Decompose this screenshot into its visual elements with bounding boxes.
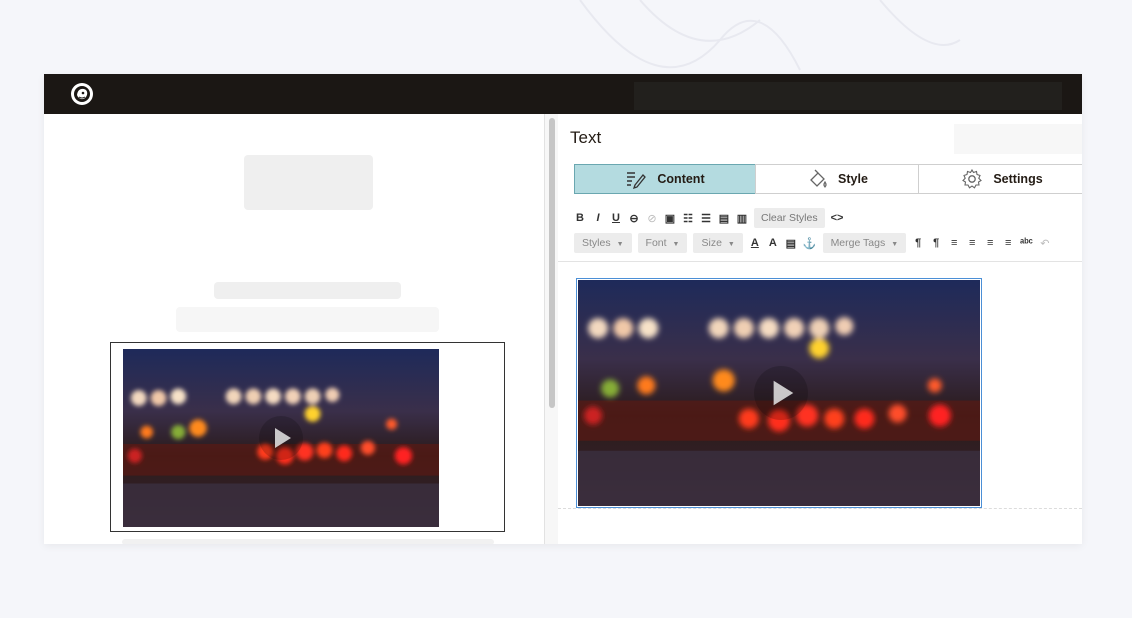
horizontal-rule-icon[interactable]: ▤ (785, 237, 797, 250)
bullet-list-icon[interactable]: ☰ (700, 212, 712, 225)
text-direction-ltr-icon[interactable]: ¶ (912, 237, 924, 249)
merge-tags-dropdown[interactable]: Merge Tags ▼ (822, 233, 907, 253)
selected-video-thumbnail[interactable] (576, 278, 982, 508)
tab-content-label: Content (657, 172, 705, 186)
formatting-toolbar-row-2: Styles ▼ Font ▼ Size ▼ A A ▤ ⚓ Merge Tags ▼ … (574, 233, 1051, 253)
text-direction-rtl-icon[interactable]: ¶ (930, 237, 942, 249)
undo-icon[interactable]: ↶ (1039, 237, 1051, 250)
formatting-toolbar-row-1: B I U ⊖ ⊘ ▣ ☷ ☰ ▤ ▥ Clear Styles <> (574, 208, 843, 228)
mailchimp-freddie-icon[interactable] (68, 80, 96, 108)
unlink-icon[interactable]: ⊘ (646, 212, 658, 225)
play-icon[interactable] (754, 366, 808, 420)
size-dropdown-label: Size (701, 237, 722, 249)
heading-placeholder-block (214, 282, 401, 299)
size-dropdown[interactable]: Size ▼ (693, 233, 743, 253)
source-code-icon[interactable]: <> (831, 212, 844, 224)
chevron-down-icon: ▼ (616, 241, 624, 248)
justify-icon[interactable]: ≡ (1002, 237, 1014, 249)
font-dropdown[interactable]: Font ▼ (637, 233, 688, 253)
link-icon[interactable]: ⊖ (628, 212, 640, 225)
editor-tabs: Content Style Settings (574, 164, 1082, 194)
bold-button[interactable]: B (574, 212, 586, 224)
paste-icon[interactable]: ▤ (718, 212, 730, 225)
anchor-icon[interactable]: ⚓ (803, 237, 817, 250)
text-color-icon[interactable]: A (749, 237, 761, 249)
title-actions-placeholder (954, 124, 1082, 154)
logo-placeholder-block (244, 155, 373, 210)
background-color-icon[interactable]: A (767, 237, 779, 249)
chevron-down-icon: ▼ (727, 241, 735, 248)
video-thumbnail-editor[interactable] (578, 280, 980, 506)
clear-styles-button[interactable]: Clear Styles (754, 208, 825, 228)
chevron-down-icon: ▼ (672, 241, 680, 248)
tab-content[interactable]: Content (574, 164, 756, 194)
next-block-placeholder (122, 539, 494, 544)
video-thumbnail-preview[interactable] (123, 349, 439, 527)
play-icon[interactable] (259, 416, 303, 460)
chevron-down-icon: ▼ (891, 241, 899, 248)
styles-dropdown-label: Styles (582, 237, 611, 249)
edit-pencil-icon (627, 172, 647, 190)
align-right-icon[interactable]: ≡ (984, 237, 996, 249)
video-content-block[interactable] (110, 342, 505, 532)
tab-settings[interactable]: Settings (918, 164, 1082, 194)
tab-style[interactable]: Style (755, 164, 919, 194)
top-navigation-bar (44, 74, 1082, 114)
tab-style-label: Style (838, 172, 868, 186)
underline-button[interactable]: U (610, 212, 622, 224)
italic-button[interactable]: I (592, 212, 604, 224)
tab-settings-label: Settings (993, 172, 1043, 186)
align-left-icon[interactable]: ≡ (948, 237, 960, 249)
font-dropdown-label: Font (645, 237, 667, 249)
email-preview-pane (44, 114, 544, 544)
styles-dropdown[interactable]: Styles ▼ (574, 233, 632, 253)
topbar-placeholder (634, 82, 1062, 110)
toolbar-divider (558, 261, 1082, 262)
editor-content-boundary (558, 508, 1082, 510)
image-icon[interactable]: ▣ (664, 212, 676, 225)
preview-scrollbar[interactable] (549, 118, 555, 408)
editor-title: Text (570, 128, 602, 147)
pane-divider[interactable] (544, 114, 558, 544)
align-center-icon[interactable]: ≡ (966, 237, 978, 249)
gear-icon (962, 168, 983, 189)
paste-plain-text-icon[interactable]: ▥ (736, 212, 748, 225)
paint-bucket-icon (810, 169, 827, 188)
ordered-list-icon[interactable]: ☷ (682, 212, 694, 225)
campaign-editor-window: Text Content Style Settings B I U ⊖ ⊘ ▣ … (44, 74, 1082, 544)
block-editor-pane: Text Content Style Settings B I U ⊖ ⊘ ▣ … (558, 114, 1082, 544)
subheading-placeholder-block (176, 307, 439, 332)
spellcheck-icon[interactable]: ᵃᵇᶜ (1020, 237, 1033, 249)
merge-tags-label: Merge Tags (830, 237, 886, 249)
